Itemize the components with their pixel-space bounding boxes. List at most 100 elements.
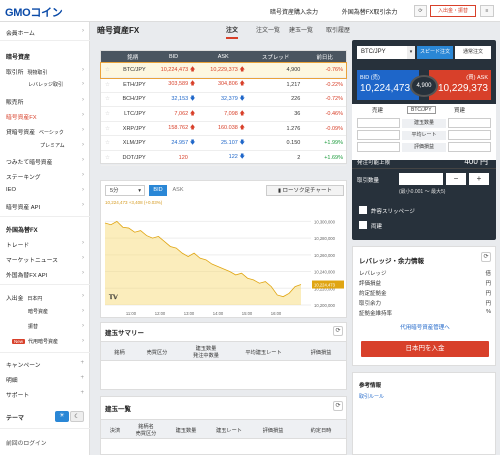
divider — [0, 428, 90, 429]
sidebar-item-lending[interactable]: 貸暗号資産 ベーシック › — [6, 127, 86, 136]
sidebar-item-staking[interactable]: ステーキング › — [6, 172, 86, 181]
col-spread: スプレッド — [248, 51, 304, 63]
refresh-top-button[interactable]: ⟳ — [414, 5, 427, 17]
leverage-row-label: 約定証拠金 — [359, 291, 387, 297]
ask-cell[interactable]: 25.107 🡇 — [198, 135, 249, 152]
gmo-logo[interactable]: GMOコイン — [5, 4, 63, 20]
tab-history[interactable]: 取引履歴 — [326, 25, 350, 34]
refresh-leverage-button[interactable]: ⟳ — [481, 252, 491, 262]
pair-select[interactable]: BTC/JPY — [357, 46, 407, 59]
sidebar-item-leverage-trade[interactable]: レバレッジ取引 › — [28, 81, 86, 88]
sidebar-item-home[interactable]: 会員ホーム › — [6, 28, 86, 37]
x-tick-label: 12:00 — [155, 311, 166, 316]
crypto-balance-link[interactable]: 暗号資産購入余力 — [270, 10, 318, 16]
bid-cell[interactable]: 10,224,473 🡅 — [148, 63, 199, 79]
candle-chart-button[interactable]: ▮ ローソク足チャート — [266, 185, 344, 196]
menu-icon[interactable]: ≡ — [480, 5, 494, 17]
bid-cell[interactable]: 303,589 🡅 — [148, 77, 199, 93]
rate-row[interactable]: ☆ BTC/JPY 10,224,473 🡅 10,229,373 🡅 4,900 -0.… — [100, 62, 347, 79]
ask-cell[interactable]: 10,229,373 🡅 — [198, 63, 249, 79]
ask-cell[interactable]: 160.038 🡅 — [198, 121, 249, 137]
star-icon[interactable]: ☆ — [101, 150, 117, 166]
rate-row[interactable]: ☆ LTC/JPY 7,062 🡅 7,098 🡅 36 -0.46% — [101, 106, 346, 122]
chevron-right-icon: › — [82, 308, 84, 314]
ask-cell[interactable]: 32,379 🡇 — [198, 92, 249, 108]
sidebar-item-retail[interactable]: 販売所 › — [6, 97, 86, 106]
qty-minus-button[interactable]: − — [446, 173, 466, 185]
rate-row[interactable]: ☆ BCH/JPY 32,153 🡇 32,379 🡇 226 -0.72% — [101, 92, 346, 108]
divider — [0, 40, 90, 41]
interval-select[interactable]: 5分 ▾ — [105, 185, 145, 196]
sidebar-item-deposit[interactable]: 入出金 日本円 › — [6, 293, 86, 302]
x-tick-label: 15:00 — [242, 311, 253, 316]
chart-bid-button[interactable]: BID — [149, 185, 167, 196]
spread-cell: 36 — [248, 106, 304, 122]
sidebar-item-deposit-crypto[interactable]: 暗号資産 › — [28, 308, 86, 315]
refresh-positions-button[interactable]: ⟳ — [333, 401, 343, 411]
sidebar-item-fx-api[interactable]: 外国為替FX API › — [6, 270, 86, 279]
sidebar-item-collateral[interactable]: New 代用暗号資産 › — [12, 338, 86, 345]
star-icon[interactable]: ☆ — [101, 135, 117, 152]
rate-table-panel: 銘柄 BID ASK スプレッド 前日比 ☆ BTC/JPY 10,224,473 … — [100, 50, 347, 166]
price-chart[interactable]: 10,300,000 10,280,000 10,260,000 10,240,000… — [101, 199, 346, 317]
qty-plus-button[interactable]: + — [469, 173, 489, 185]
sidebar-item-statement[interactable]: 明細 + — [6, 375, 86, 384]
bid-cell[interactable]: 120 — [148, 150, 199, 166]
deposit-transfer-button[interactable]: 入出金・振替 — [430, 5, 476, 17]
sidebar-item-campaign[interactable]: キャンペーン + — [6, 360, 86, 369]
light-theme-button[interactable]: ☀ — [55, 411, 69, 422]
sidebar-item-crypto-fx[interactable]: 暗号資産FX › — [6, 112, 86, 121]
star-icon[interactable]: ☆ — [101, 106, 117, 122]
qty-label: 取引数量 — [357, 178, 380, 184]
star-icon[interactable]: ☆ — [101, 63, 117, 79]
rate-row[interactable]: ☆ XLM/JPY 24.957 🡇 25.107 🡇 0.150 +1.99% — [101, 135, 346, 152]
collateral-link[interactable]: 代用暗号資産管理へ — [353, 323, 497, 331]
tab-positions[interactable]: 建玉一覧 — [289, 25, 313, 34]
chevron-right-icon: › — [82, 187, 84, 193]
x-tick-label: 16:00 — [271, 311, 282, 316]
spread-cell: 1.276 — [248, 121, 304, 137]
arrow-down-icon: 🡇 — [189, 139, 196, 146]
dark-theme-button[interactable]: ☾ — [70, 411, 84, 422]
refresh-summary-button[interactable]: ⟳ — [333, 326, 343, 336]
trading-rules-link[interactable]: 取引ルール — [359, 393, 384, 400]
bid-cell[interactable]: 32,153 🡇 — [148, 92, 199, 108]
star-icon[interactable]: ☆ — [101, 92, 117, 108]
ask-cell[interactable]: 304,806 🡅 — [198, 77, 249, 93]
sidebar-item-trade[interactable]: トレード › — [6, 240, 86, 249]
leverage-rows: レバレッジ倍評価損益円約定証拠金円取引余力円証拠金維持率% — [359, 269, 491, 319]
sidebar-item-support[interactable]: サポート + — [6, 390, 86, 399]
chevron-right-icon: › — [82, 97, 84, 103]
rate-row[interactable]: ☆ DOT/JPY 120 122 🡇 2 +1.69% — [101, 150, 346, 166]
rate-row[interactable]: ☆ XRP/JPY 158.762 🡅 160.038 🡅 1.276 -0.09% — [101, 121, 346, 137]
bid-cell[interactable]: 158.762 🡅 — [148, 121, 199, 137]
ask-cell[interactable]: 122 🡇 — [198, 150, 249, 166]
chart-ask-button[interactable]: ASK — [169, 185, 187, 196]
tab-order[interactable]: 注文 — [226, 25, 239, 39]
fx-balance-link[interactable]: 外国為替FX取引余力 — [342, 10, 398, 16]
deposit-jpy-button[interactable]: 日本円を入金 — [361, 341, 489, 357]
leverage-row-label: 評価損益 — [359, 281, 382, 287]
normal-order-tab[interactable]: 通常注文 — [455, 46, 491, 59]
sidebar-item-tsumitate[interactable]: つみたて暗号資産 › — [6, 157, 86, 166]
qty-input[interactable] — [399, 173, 443, 185]
bid-cell[interactable]: 24.957 🡇 — [148, 135, 199, 152]
sidebar-item-exchange[interactable]: 取引所 現物取引 › — [6, 67, 86, 76]
ask-cell[interactable]: 7,098 🡅 — [198, 106, 249, 122]
bid-cell[interactable]: 7,062 🡅 — [148, 106, 199, 122]
sidebar-item-premium[interactable]: プレミアム › — [40, 142, 86, 149]
change-cell: +1.99% — [303, 135, 346, 152]
sidebar-item-crypto-api[interactable]: 暗号資産 API › — [6, 202, 86, 211]
sidebar-item-news[interactable]: マーケットニュース › — [6, 255, 86, 264]
speed-order-tab[interactable]: スピード注文 — [417, 46, 453, 59]
star-icon[interactable]: ☆ — [101, 77, 117, 93]
rate-row[interactable]: ☆ ETH/JPY 303,589 🡅 304,806 🡅 1,217 -0.22% — [101, 77, 346, 93]
slippage-checkbox[interactable] — [359, 206, 367, 214]
sidebar-item-transfer[interactable]: 振替 › — [28, 323, 86, 330]
hedge-checkbox[interactable] — [359, 221, 367, 229]
buy-ask-button[interactable]: (買) ASK 10,229,373 — [429, 70, 491, 100]
tab-order-list[interactable]: 注文一覧 — [256, 25, 280, 34]
star-icon[interactable]: ☆ — [101, 121, 117, 137]
sidebar-item-ieo[interactable]: IEO › — [6, 187, 86, 193]
chevron-down-icon[interactable]: ▾ — [407, 46, 415, 59]
